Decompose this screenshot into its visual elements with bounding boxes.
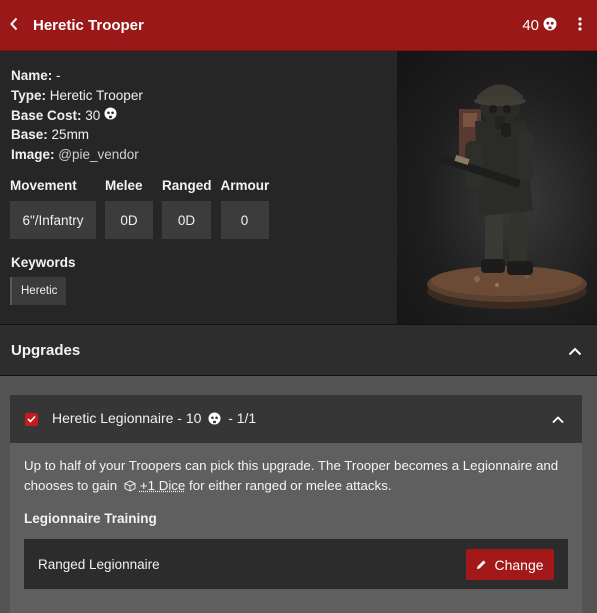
skull-icon [543,17,557,34]
unit-details: Name: - Type: Heretic Trooper Base Cost:… [11,66,143,165]
collapse-upgrades-button[interactable] [563,339,587,363]
unit-info-panel: Name: - Type: Heretic Trooper Base Cost:… [0,51,597,324]
chevron-up-icon [552,411,564,427]
upgrade-card: Heretic Legionnaire - 10 - 1/1 Up to hal… [10,395,582,613]
training-title: Legionnaire Training [24,511,157,526]
selected-option: Ranged Legionnaire [38,556,160,572]
check-icon [27,415,36,423]
change-button[interactable]: Change [466,549,554,580]
base-row: Base: 25mm [11,127,90,143]
stat-value: 0D [105,201,153,239]
image-row: Image: @pie_vendor [11,147,139,163]
upgrades-list: Heretic Legionnaire - 10 - 1/1 Up to hal… [0,376,597,613]
stat-label: Movement [10,178,77,193]
image-credit: @pie_vendor [58,147,139,163]
skull-icon [208,412,221,428]
name-row: Name: - [11,68,61,83]
upgrade-description: Up to half of your Troopers can pick thi… [24,456,572,498]
chevron-left-icon [9,17,19,34]
collapse-upgrade-button[interactable] [546,407,570,431]
header-actions: 40 [522,0,597,51]
total-cost: 40 [522,17,539,34]
more-menu-button[interactable] [563,0,597,51]
page-title: Heretic Trooper [33,16,144,34]
name-value: - [56,68,61,83]
top-app-bar: Heretic Trooper 40 [0,0,597,51]
pencil-icon [476,559,487,570]
stat-label: Armour [220,178,270,193]
stat-value: 0 [220,201,269,239]
upgrade-title: Heretic Legionnaire - 10 - 1/1 [52,410,257,428]
stat-armour: Armour 0 [220,178,270,239]
dice-icon [124,478,136,498]
keywords-title: Keywords [11,255,76,270]
chevron-up-icon [568,343,582,359]
upgrade-card-header[interactable]: Heretic Legionnaire - 10 - 1/1 [10,395,582,443]
stat-label: Melee [105,178,143,193]
stat-movement: Movement 6"/Infantry [10,179,96,239]
upgrades-title: Upgrades [11,341,81,359]
stats-table: Movement 6"/Infantry Melee 0D Ranged 0D … [10,179,278,239]
keyword-badge: Heretic [10,277,67,305]
type-row: Type: Heretic Trooper [11,87,143,103]
kebab-menu-icon [578,17,582,34]
base-value: 25mm [51,127,90,143]
stat-value: 6"/Infantry [10,201,96,239]
base-cost-value: 30 [85,107,101,123]
stat-value: 0D [162,201,211,239]
type-value: Heretic Trooper [49,87,143,103]
base-cost-row: Base Cost: 30 [11,106,143,126]
stat-melee: Melee 0D [105,179,153,239]
stat-ranged: Ranged 0D [162,179,212,239]
training-option-row: Ranged Legionnaire Change [24,539,568,589]
dice-link[interactable]: +1 Dice [140,478,185,493]
miniature-image [397,51,597,324]
stat-label: Ranged [162,178,212,193]
skull-icon [104,106,117,126]
upgrades-section-header[interactable]: Upgrades [0,324,597,376]
upgrade-checkbox[interactable] [25,412,38,426]
change-label: Change [494,556,544,573]
back-button[interactable] [0,0,28,51]
